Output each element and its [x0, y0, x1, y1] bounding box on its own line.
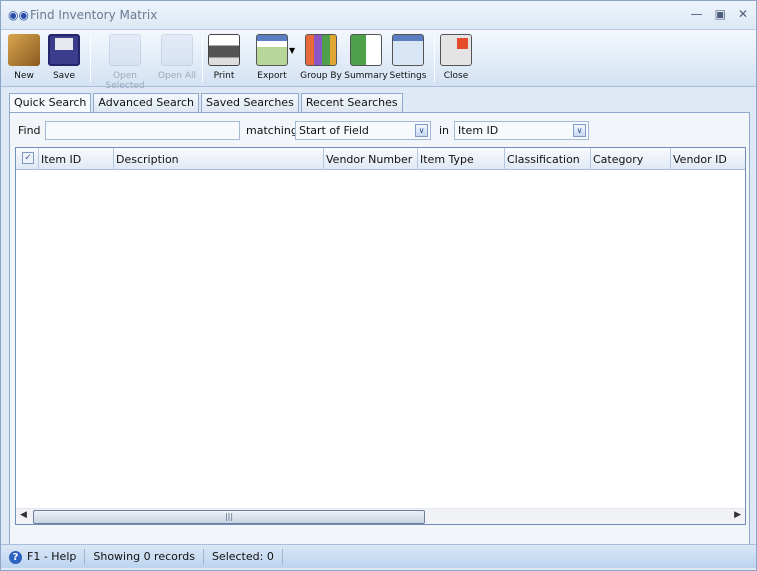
find-label: Find [18, 124, 41, 137]
group-by-label: Group By [300, 71, 342, 81]
records-count: Showing 0 records [85, 548, 204, 565]
scroll-left-arrow[interactable]: ◀ [20, 510, 27, 520]
help-text: F1 - Help [27, 549, 77, 563]
title-bar: ◉◉ Find Inventory Matrix — ▣ ✕ [1, 1, 756, 29]
in-field-value: Item ID [458, 124, 499, 137]
save-button[interactable]: Save [39, 34, 89, 81]
window: ◉◉ Find Inventory Matrix — ▣ ✕ New Save … [0, 0, 757, 571]
close-button[interactable]: ✕ [738, 7, 748, 21]
open-selected-icon [109, 34, 141, 66]
printer-icon [208, 34, 240, 66]
open-selected-button[interactable]: Open Selected [93, 34, 157, 91]
scroll-right-arrow[interactable]: ▶ [734, 510, 741, 520]
open-selected-label: Open Selected [105, 71, 145, 91]
open-all-icon [161, 34, 193, 66]
matching-value: Start of Field [299, 124, 369, 137]
tab-quick-search[interactable]: Quick Search [9, 93, 92, 113]
close-window-icon [440, 34, 472, 66]
tab-saved-searches[interactable]: Saved Searches [201, 93, 299, 112]
column-vendor-number[interactable]: Vendor Number [324, 148, 418, 170]
matching-label: matching [246, 124, 298, 137]
window-title: Find Inventory Matrix [30, 8, 158, 22]
settings-button[interactable]: Settings [383, 34, 433, 81]
settings-label: Settings [389, 71, 427, 81]
column-classification[interactable]: Classification [505, 148, 591, 170]
minimize-button[interactable]: — [691, 7, 703, 21]
binoculars-icon: ◉◉ [8, 8, 29, 22]
column-vendor-id[interactable]: Vendor ID [671, 148, 745, 170]
floppy-disk-icon [48, 34, 80, 66]
summary-label: Summary [344, 71, 388, 81]
select-all-checkbox[interactable]: ✓ [22, 152, 34, 164]
matching-select[interactable]: Start of Field ∨ [295, 121, 431, 140]
help-icon: ? [9, 550, 22, 564]
print-button[interactable]: Print [199, 34, 249, 81]
help-status[interactable]: ? F1 - Help [1, 548, 86, 565]
group-by-icon [305, 34, 337, 66]
separator [90, 36, 91, 82]
summary-icon [350, 34, 382, 66]
search-tabs: Quick Search Advanced Search Saved Searc… [9, 93, 403, 113]
column-item-type[interactable]: Item Type [418, 148, 505, 170]
export-button[interactable]: Export [247, 34, 297, 81]
export-dropdown-arrow[interactable]: ▼ [289, 46, 295, 55]
quick-search-panel: Find matching Start of Field ∨ in Item ID… [9, 112, 750, 545]
column-description[interactable]: Description [114, 148, 324, 170]
in-label: in [439, 124, 450, 137]
column-category[interactable]: Category [591, 148, 671, 170]
new-label: New [14, 71, 34, 81]
save-label: Save [52, 71, 76, 81]
maximize-button[interactable]: ▣ [715, 7, 726, 21]
scrollbar-thumb[interactable]: ||| [33, 510, 425, 524]
select-all-column[interactable]: ✓ [16, 148, 39, 170]
export-label: Export [257, 71, 287, 81]
close-toolbar-button[interactable]: Close [431, 34, 481, 81]
tab-advanced-search[interactable]: Advanced Search [93, 93, 200, 112]
settings-icon [392, 34, 424, 66]
open-all-button[interactable]: Open All [152, 34, 202, 81]
grid-header: ✓ Item ID Description Vendor Number Item… [16, 148, 745, 170]
column-item-id[interactable]: Item ID [39, 148, 114, 170]
toolbar: New Save Open Selected Open All Print Ex… [1, 29, 756, 91]
selected-count: Selected: 0 [204, 548, 283, 565]
status-bar: ? F1 - Help Showing 0 records Selected: 0 [1, 544, 756, 568]
chevron-down-icon[interactable]: ∨ [573, 124, 586, 137]
export-icon [256, 34, 288, 66]
results-grid: ✓ Item ID Description Vendor Number Item… [15, 147, 746, 525]
print-label: Print [213, 71, 235, 81]
group-by-button[interactable]: Group By [296, 34, 346, 81]
open-all-label: Open All [157, 71, 197, 81]
tab-recent-searches[interactable]: Recent Searches [300, 93, 403, 112]
chevron-down-icon[interactable]: ∨ [415, 124, 428, 137]
horizontal-scrollbar[interactable]: ◀ ||| ▶ [16, 508, 745, 524]
in-field-select[interactable]: Item ID ∨ [454, 121, 589, 140]
new-box-icon [8, 34, 40, 66]
close-label: Close [443, 71, 469, 81]
find-input[interactable] [45, 121, 240, 140]
